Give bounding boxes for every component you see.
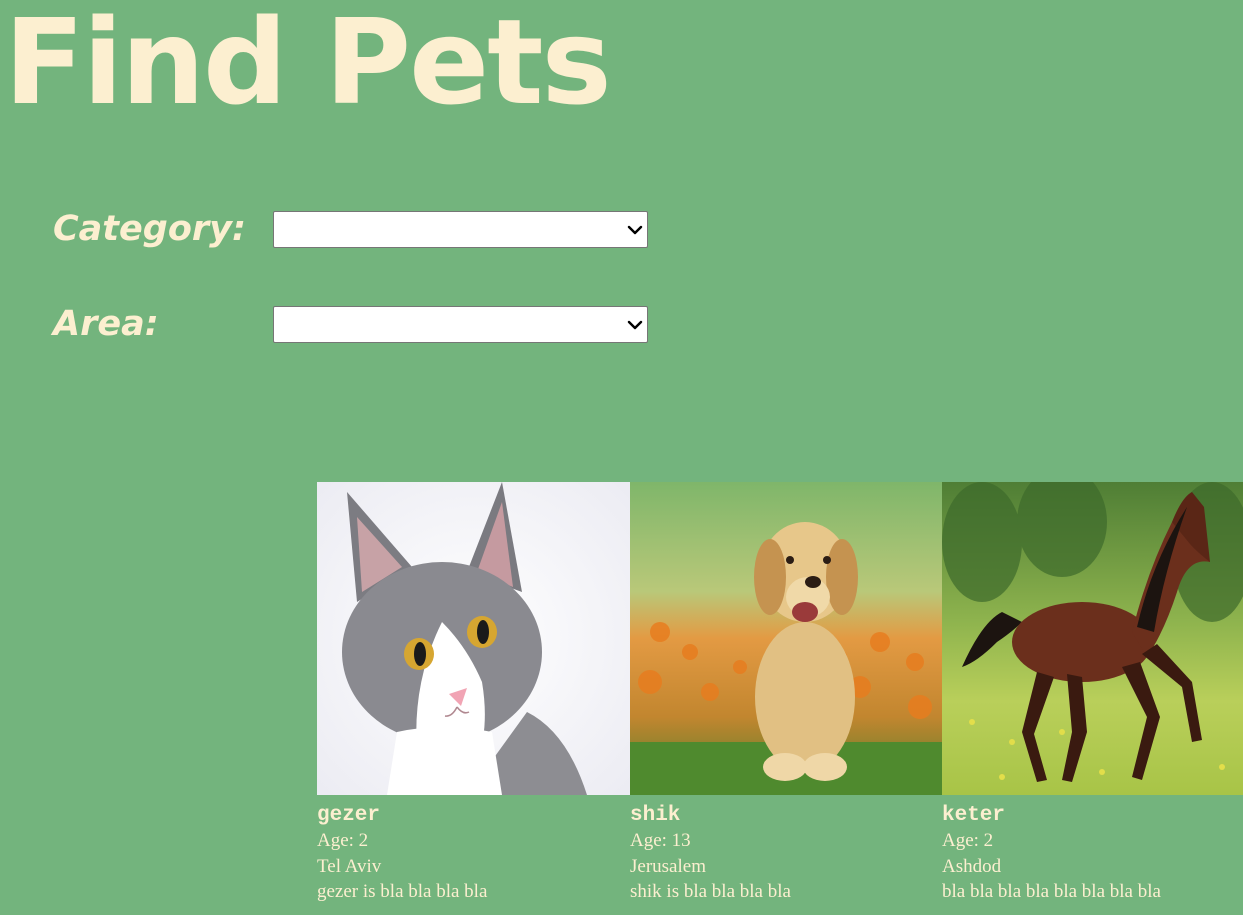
area-select[interactable]	[273, 306, 648, 343]
pet-photo-horse[interactable]	[942, 482, 1243, 795]
horse-photo-icon	[942, 482, 1243, 795]
pet-name: gezer	[317, 804, 381, 827]
pet-location: Tel Aviv	[317, 855, 382, 877]
chevron-down-icon	[627, 320, 643, 330]
pet-description: shik is bla bla bla bla	[630, 881, 791, 902]
category-label: Category:	[53, 209, 246, 249]
pet-card[interactable]: shik Age: 13 Jerusalem shik is bla bla b…	[630, 482, 943, 905]
pet-photo-cat[interactable]	[317, 482, 630, 795]
pet-age: Age: 2	[317, 830, 369, 851]
page-title: Find Pets	[4, 0, 612, 131]
pet-card[interactable]: keter Age: 2 Ashdod bla bla bla bla bla …	[942, 482, 1243, 905]
pet-description: gezer is bla bla bla bla	[317, 881, 488, 902]
pet-age: Age: 13	[630, 830, 691, 851]
pet-age: Age: 2	[942, 830, 994, 851]
pet-card[interactable]: gezer Age: 2 Tel Aviv gezer is bla bla b…	[317, 482, 630, 905]
category-select[interactable]	[273, 211, 648, 248]
pet-location: Jerusalem	[630, 855, 706, 877]
pet-location: Ashdod	[942, 855, 1002, 877]
chevron-down-icon	[627, 225, 643, 235]
pet-description: bla bla bla bla bla bla bla bla	[942, 881, 1161, 902]
pet-name: keter	[942, 804, 1006, 827]
area-label: Area:	[53, 304, 159, 344]
pet-photo-dog[interactable]	[630, 482, 943, 795]
cat-photo-icon	[317, 482, 630, 795]
pet-name: shik	[630, 804, 681, 827]
dog-photo-icon	[630, 482, 943, 795]
